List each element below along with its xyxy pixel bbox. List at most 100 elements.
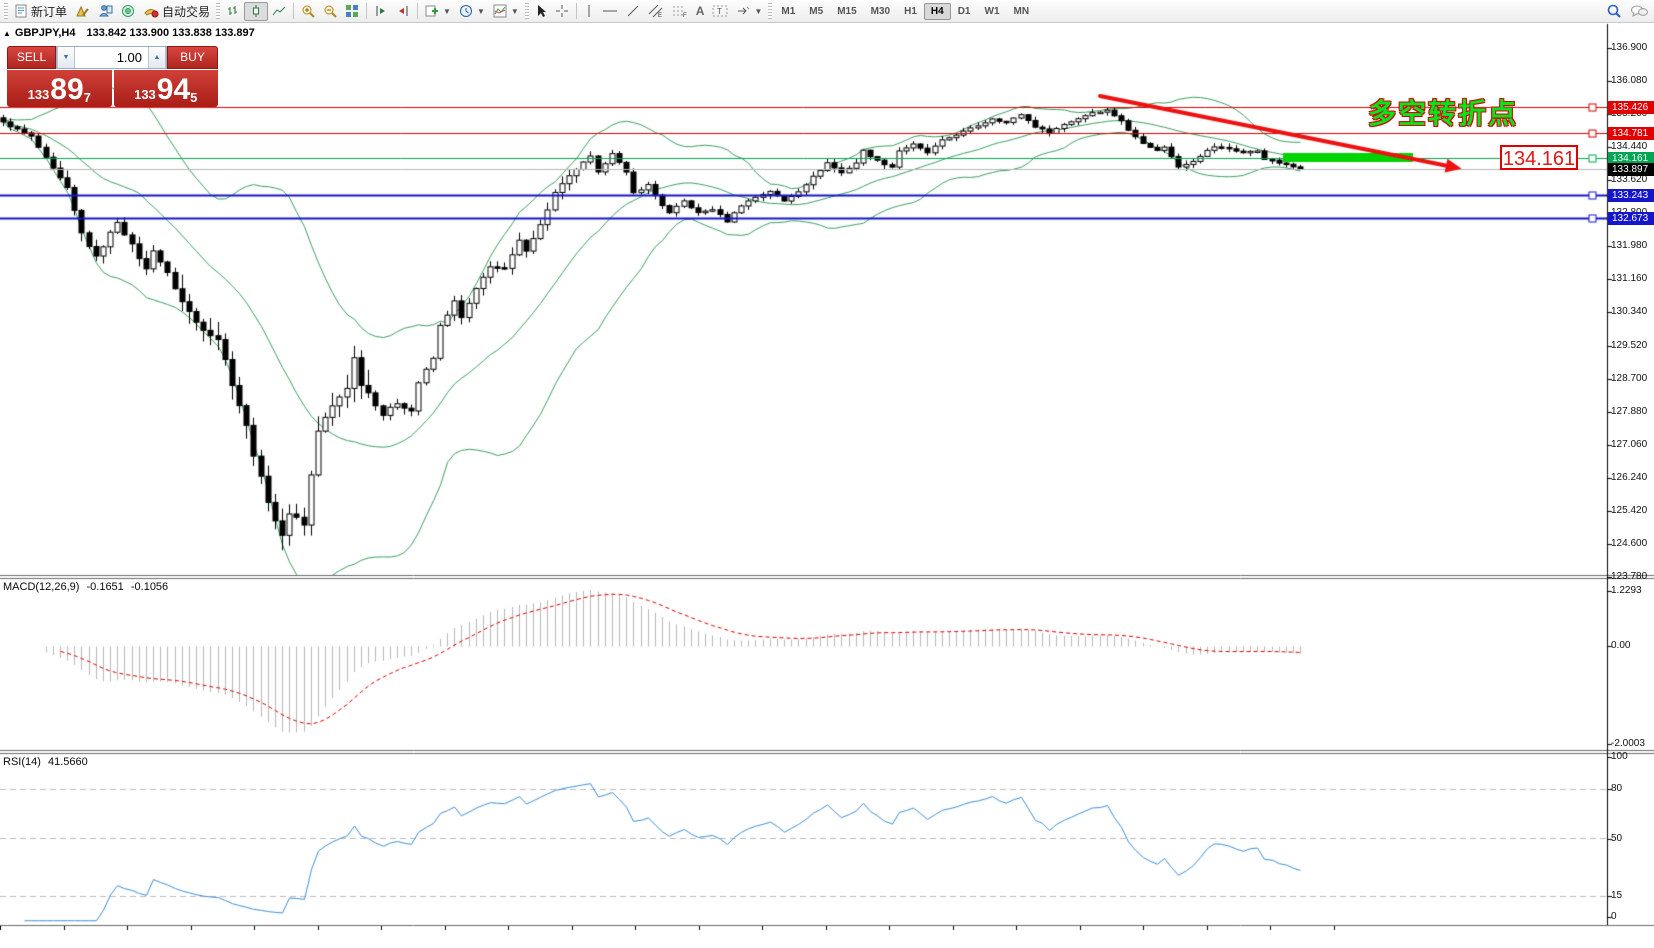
volume-increase-button[interactable]: ▲ xyxy=(148,47,166,68)
fibonacci-button[interactable]: F xyxy=(668,2,692,21)
chart-canvas[interactable] xyxy=(0,0,1654,948)
auto-scroll-button[interactable] xyxy=(370,2,392,21)
label-button[interactable]: T xyxy=(708,2,732,21)
hline-price-tag: 135.426 xyxy=(1608,101,1654,114)
rsi-axis-label: 0 xyxy=(1611,911,1617,922)
horizontal-line-button[interactable] xyxy=(598,2,622,21)
symbol-title: GBPJPY,H4 xyxy=(15,27,76,39)
accounts-icon xyxy=(75,4,90,18)
trendline-button[interactable] xyxy=(622,2,644,21)
chevron-down-icon: ▼ xyxy=(511,7,519,16)
timeframe-m1[interactable]: M1 xyxy=(774,3,802,20)
indicators-icon xyxy=(493,4,507,18)
crosshair-icon xyxy=(555,4,569,18)
volume-spinner: ▼ 1.00 ▲ xyxy=(56,46,167,69)
price-axis-label: 131.980 xyxy=(1611,240,1647,251)
shapes-button[interactable]: ▼ xyxy=(732,2,766,21)
svg-text:T: T xyxy=(717,7,722,16)
buy-button[interactable]: BUY xyxy=(167,46,218,69)
price-axis-label: 136.080 xyxy=(1611,75,1647,86)
price-callout-box[interactable]: 134.161 xyxy=(1500,145,1578,170)
timeframe-d1[interactable]: D1 xyxy=(951,3,978,20)
sell-price-big: 89 xyxy=(50,75,83,105)
autotrade-icon xyxy=(144,4,159,18)
search-icon xyxy=(1606,3,1622,19)
profiles-icon xyxy=(98,4,113,18)
timeframe-m30[interactable]: M30 xyxy=(864,3,897,20)
timeframe-bar: M1M5M15M30H1H4D1W1MN xyxy=(774,3,1036,20)
mt4-window: 新订单 自动交易 ▼ ▼ ▼ E F A T ▼ xyxy=(0,0,1654,948)
buy-price-button[interactable]: 133 94 5 xyxy=(114,70,219,107)
price-axis-label: 127.060 xyxy=(1611,439,1647,450)
macd-axis-label: 0.00 xyxy=(1611,640,1630,651)
price-axis-label: 126.240 xyxy=(1611,472,1647,483)
rsi-axis-label: 100 xyxy=(1611,751,1628,762)
indicators-menu-button[interactable]: ▼ xyxy=(489,2,523,21)
macd-axis-label: 1.2293 xyxy=(1611,585,1642,596)
cursor-icon xyxy=(535,4,547,18)
hline-price-tag: 132.673 xyxy=(1608,212,1654,225)
candlestick-chart-button[interactable] xyxy=(244,2,268,21)
price-axis-label: 128.700 xyxy=(1611,373,1647,384)
svg-text:F: F xyxy=(683,13,687,18)
crosshair-button[interactable] xyxy=(551,2,573,21)
volume-decrease-button[interactable]: ▼ xyxy=(57,47,75,68)
accounts-button[interactable] xyxy=(71,2,94,21)
new-order-button[interactable]: 新订单 xyxy=(10,2,71,21)
sell-button[interactable]: SELL xyxy=(7,46,56,69)
market-watch-icon xyxy=(121,4,136,18)
autotrade-button[interactable]: 自动交易 xyxy=(140,2,214,21)
new-chart-icon xyxy=(425,4,439,18)
new-chart-button[interactable]: ▼ xyxy=(421,2,455,21)
trendline-icon xyxy=(626,4,640,18)
timeframe-h1[interactable]: H1 xyxy=(897,3,924,20)
search-button[interactable] xyxy=(1602,2,1626,21)
bid-price-tag: 133.897 xyxy=(1608,163,1654,176)
toolbar-grip[interactable] xyxy=(4,3,8,19)
price-axis-label: 123.780 xyxy=(1611,571,1647,582)
text-button[interactable]: A xyxy=(692,2,709,21)
price-axis-label: 131.160 xyxy=(1611,273,1647,284)
new-order-icon xyxy=(14,4,28,18)
timeframe-m15[interactable]: M15 xyxy=(830,3,863,20)
chevron-down-icon: ▼ xyxy=(754,7,762,16)
collapse-icon[interactable]: ▲ xyxy=(3,29,11,38)
annotation-text[interactable]: 多空转折点 xyxy=(1368,92,1518,132)
cursor-button[interactable] xyxy=(531,2,551,21)
auto-scroll-icon xyxy=(374,4,388,18)
macd-axis-label: -2.0003 xyxy=(1611,738,1645,749)
tile-windows-button[interactable] xyxy=(341,2,363,21)
tile-windows-icon xyxy=(345,4,359,18)
vertical-line-button[interactable] xyxy=(580,2,598,21)
sell-price-button[interactable]: 133 89 7 xyxy=(7,70,112,107)
rsi-axis-label: 15 xyxy=(1611,890,1622,901)
timeframe-mn[interactable]: MN xyxy=(1007,3,1037,20)
chevron-down-icon: ▼ xyxy=(477,7,485,16)
timeframe-m5[interactable]: M5 xyxy=(802,3,830,20)
profiles-button[interactable] xyxy=(94,2,117,21)
price-axis-label: 134.440 xyxy=(1611,141,1647,152)
price-axis-label: 127.880 xyxy=(1611,406,1647,417)
text-icon: A xyxy=(696,4,705,18)
chart-shift-button[interactable] xyxy=(392,2,414,21)
zoom-in-icon xyxy=(301,4,315,18)
channel-button[interactable]: E xyxy=(644,2,668,21)
period-menu-button[interactable]: ▼ xyxy=(455,2,489,21)
timeframe-h4[interactable]: H4 xyxy=(924,3,951,20)
line-chart-button[interactable] xyxy=(268,2,290,21)
zoom-out-button[interactable] xyxy=(319,2,341,21)
zoom-in-button[interactable] xyxy=(297,2,319,21)
price-axis-label: 130.340 xyxy=(1611,306,1647,317)
channel-icon: E xyxy=(648,4,664,18)
sell-price-small: 133 xyxy=(28,87,50,102)
price-axis-label: 133.620 xyxy=(1611,174,1647,185)
timeframe-w1[interactable]: W1 xyxy=(978,3,1007,20)
volume-input[interactable]: 1.00 xyxy=(75,47,148,68)
chart-shift-icon xyxy=(396,4,410,18)
chat-button[interactable] xyxy=(1626,2,1652,21)
chat-icon xyxy=(1630,4,1648,19)
bar-chart-button[interactable] xyxy=(222,2,244,21)
shapes-icon xyxy=(736,4,750,18)
toolbar: 新订单 自动交易 ▼ ▼ ▼ E F A T ▼ xyxy=(0,0,1654,23)
market-watch-button[interactable] xyxy=(117,2,140,21)
